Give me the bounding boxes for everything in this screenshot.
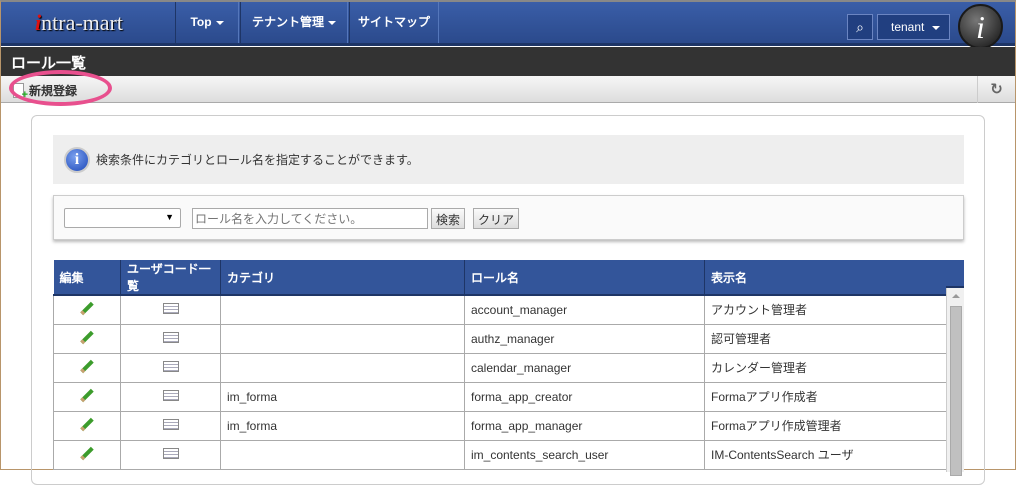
display-name-cell: IM-ContentsSearch ユーザ: [704, 439, 947, 470]
caret-down-icon: [932, 25, 941, 30]
info-icon: i: [64, 146, 90, 173]
category-cell: [220, 352, 465, 383]
role-name-cell: forma_app_manager: [464, 410, 705, 441]
pencil-icon[interactable]: [80, 359, 94, 373]
role-name-cell: forma_app_creator: [464, 381, 705, 412]
info-text: 検索条件にカテゴリとロール名を指定することができます。: [96, 153, 419, 167]
nav-top[interactable]: Top: [175, 2, 239, 43]
highlight-circle: [9, 70, 112, 106]
list-icon[interactable]: [162, 331, 179, 343]
display-name-cell: カレンダー管理者: [704, 352, 947, 383]
user-menu[interactable]: tenant: [877, 14, 950, 40]
category-cell: [220, 439, 465, 470]
user-list-cell[interactable]: [120, 439, 221, 470]
display-name-cell: アカウント管理者: [704, 294, 947, 325]
list-icon[interactable]: [162, 360, 179, 372]
pencil-icon[interactable]: [80, 446, 94, 460]
table-row[interactable]: account_manager アカウント管理者: [53, 294, 947, 325]
role-name-input[interactable]: [192, 208, 428, 229]
scrollbar-thumb[interactable]: [950, 306, 962, 476]
list-icon[interactable]: [162, 447, 179, 459]
display-name-cell: 認可管理者: [704, 323, 947, 354]
caret-down-icon: [215, 20, 224, 25]
user-name: tenant: [891, 20, 925, 34]
table-row[interactable]: im_forma forma_app_creator Formaアプリ作成者: [53, 381, 947, 412]
edit-cell[interactable]: [53, 323, 121, 354]
pencil-icon[interactable]: [80, 301, 94, 315]
user-list-cell[interactable]: [120, 294, 221, 325]
role-name-cell: authz_manager: [464, 323, 705, 354]
display-name-cell: Formaアプリ作成者: [704, 381, 947, 412]
role-name-cell: im_contents_search_user: [464, 439, 705, 470]
list-icon[interactable]: [162, 418, 179, 430]
edit-cell[interactable]: [53, 410, 121, 441]
logo[interactable]: intra-mart: [35, 10, 123, 36]
user-list-cell[interactable]: [120, 352, 221, 383]
pencil-icon[interactable]: [80, 417, 94, 431]
search-button[interactable]: 検索: [431, 208, 466, 229]
info-box: i 検索条件にカテゴリとロール名を指定することができます。: [53, 135, 964, 184]
search-icon[interactable]: ⌕: [847, 14, 873, 40]
nav-label: テナント管理: [251, 15, 324, 29]
table-row[interactable]: im_forma forma_app_manager Formaアプリ作成管理者: [53, 410, 947, 441]
table-row[interactable]: im_contents_search_user IM-ContentsSearc…: [53, 439, 947, 470]
nav-label: サイトマップ: [357, 15, 430, 29]
edit-cell[interactable]: [53, 439, 121, 470]
clear-button[interactable]: クリア: [473, 208, 520, 229]
category-select[interactable]: ▼: [64, 208, 181, 228]
toolbar: 新規登録 ↻: [1, 76, 1015, 103]
avatar[interactable]: i: [958, 4, 1003, 49]
page-title: ロール一覧: [1, 47, 1015, 76]
role-name-cell: calendar_manager: [464, 352, 705, 383]
header: intra-mart Top テナント管理 サイトマップ ⌕ tenant i: [1, 2, 1015, 49]
edit-cell[interactable]: [53, 352, 121, 383]
caret-down-icon: [328, 20, 336, 25]
category-cell: im_forma: [220, 410, 465, 441]
table-row[interactable]: authz_manager 認可管理者: [53, 323, 947, 354]
pencil-icon[interactable]: [80, 330, 94, 344]
user-list-cell[interactable]: [120, 381, 221, 412]
nav-sitemap[interactable]: サイトマップ: [349, 2, 439, 43]
list-icon[interactable]: [162, 302, 179, 314]
role-name-cell: account_manager: [464, 294, 705, 325]
column-header[interactable]: ユーザコード一覧: [120, 260, 221, 296]
display-name-cell: Formaアプリ作成管理者: [704, 410, 947, 441]
column-header[interactable]: ロール名: [464, 260, 705, 296]
user-list-cell[interactable]: [120, 323, 221, 354]
header-filler: [946, 260, 964, 288]
category-cell: im_forma: [220, 381, 465, 412]
scroll-up-icon[interactable]: [952, 294, 960, 298]
table-row[interactable]: calendar_manager カレンダー管理者: [53, 352, 947, 383]
role-table: 編集 ユーザコード一覧 カテゴリ ロール名 表示名 account_manage…: [53, 260, 947, 470]
scrollbar[interactable]: [946, 288, 964, 476]
category-cell: [220, 323, 465, 354]
pencil-icon[interactable]: [80, 388, 94, 402]
column-header[interactable]: 編集: [53, 260, 121, 296]
list-icon[interactable]: [162, 389, 179, 401]
user-list-cell[interactable]: [120, 410, 221, 441]
column-header[interactable]: 表示名: [704, 260, 947, 296]
category-cell: [220, 294, 465, 325]
nav-label: Top: [190, 15, 212, 29]
refresh-icon[interactable]: ↻: [977, 76, 1015, 103]
edit-cell[interactable]: [53, 381, 121, 412]
search-panel: ▼ 検索 クリア: [53, 195, 964, 240]
edit-cell[interactable]: [53, 294, 121, 325]
nav-tenant-admin[interactable]: テナント管理: [240, 2, 348, 43]
column-header[interactable]: カテゴリ: [220, 260, 465, 296]
